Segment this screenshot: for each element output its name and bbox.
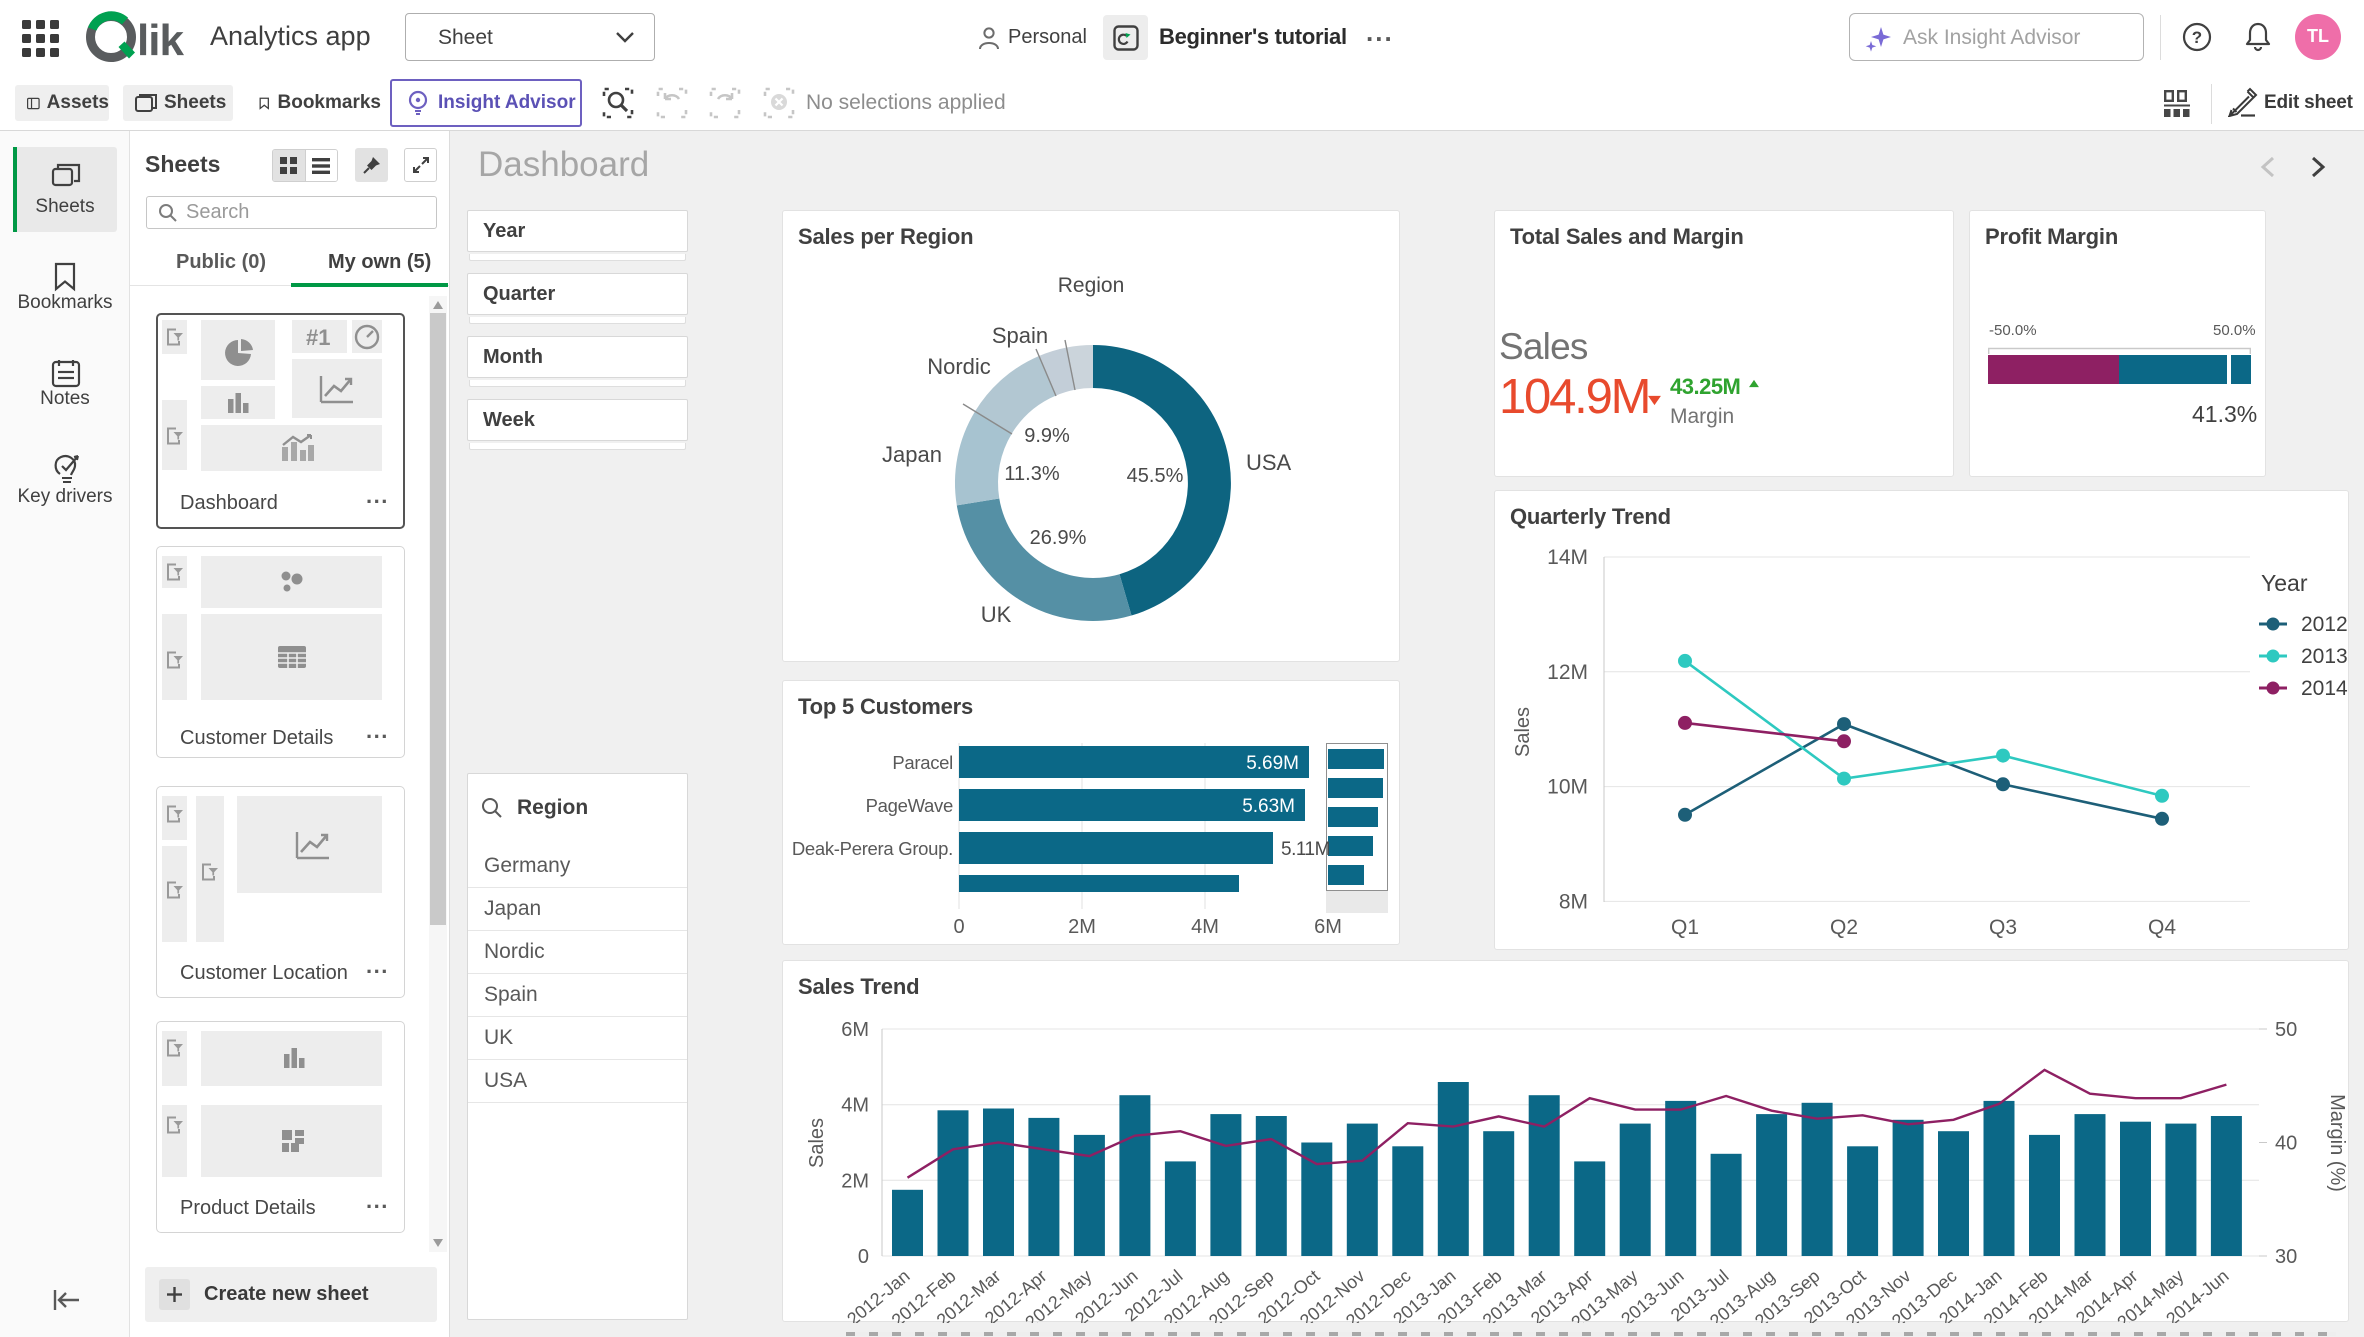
svg-text:USA: USA [1246,450,1292,475]
svg-text:PageWave: PageWave [866,795,953,816]
svg-text:10M: 10M [1547,776,1588,799]
svg-text:2012: 2012 [2301,613,2348,636]
svg-text:Q3: Q3 [1989,916,2017,939]
svg-text:2014: 2014 [2301,677,2348,700]
svg-text:Year: Year [2261,570,2308,596]
svg-text:0: 0 [858,1246,869,1268]
svg-text:Paracel: Paracel [892,752,953,773]
svg-text:Spain: Spain [992,323,1048,348]
svg-text:9.9%: 9.9% [1024,425,1070,447]
svg-text:Q2: Q2 [1830,916,1858,939]
svg-text:Region: Region [1058,274,1125,297]
svg-text:2013: 2013 [2301,645,2348,668]
svg-text:45.5%: 45.5% [1127,465,1184,487]
svg-text:6M: 6M [841,1019,869,1041]
svg-text:Nordic: Nordic [927,354,991,379]
svg-text:Japan: Japan [882,442,942,467]
svg-text:40: 40 [2275,1133,2297,1155]
svg-text:2M: 2M [841,1170,869,1192]
svg-text:Sales: Sales [1512,707,1534,757]
svg-text:Margin (%): Margin (%) [2326,1094,2348,1192]
svg-text:?: ? [2192,28,2202,47]
svg-text:Deak-Perera Group.: Deak-Perera Group. [792,838,953,859]
svg-text:UK: UK [981,602,1012,627]
svg-text:Sales: Sales [806,1118,828,1168]
svg-text:Q4: Q4 [2148,916,2176,939]
svg-text:4M: 4M [841,1095,869,1117]
svg-text:5.63M: 5.63M [1242,796,1295,817]
svg-text:12M: 12M [1547,661,1588,684]
svg-text:6M: 6M [1314,916,1342,938]
svg-text:30: 30 [2275,1246,2297,1268]
svg-text:26.9%: 26.9% [1030,527,1087,549]
svg-text:lik: lik [137,16,184,65]
svg-text:14M: 14M [1547,546,1588,569]
svg-text:50: 50 [2275,1019,2297,1041]
svg-text:4M: 4M [1191,916,1219,938]
svg-text:11.3%: 11.3% [1004,463,1059,485]
svg-text:8M: 8M [1559,890,1588,913]
svg-text:2M: 2M [1068,916,1096,938]
svg-text:0: 0 [953,916,964,938]
svg-text:5.69M: 5.69M [1246,753,1299,774]
svg-text:5.11M: 5.11M [1281,839,1330,860]
svg-text:Q1: Q1 [1671,916,1699,939]
